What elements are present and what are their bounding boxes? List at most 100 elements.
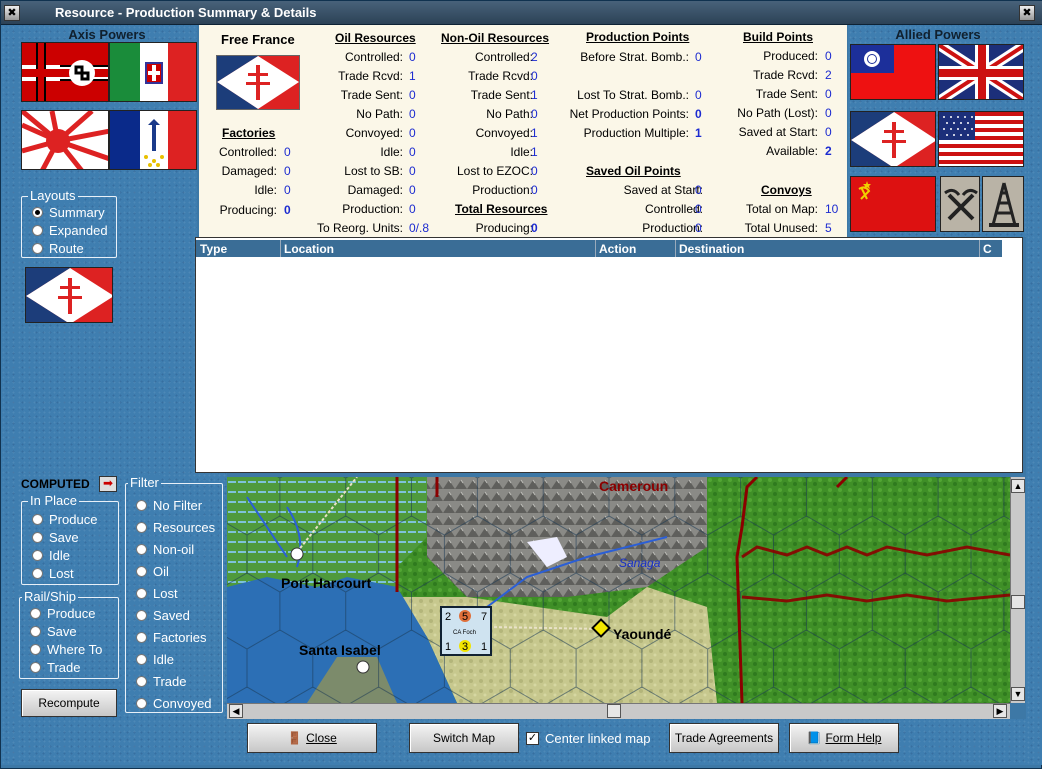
summary-nonoil-value: 0 xyxy=(531,183,538,197)
summary-nonoil-value: 1 xyxy=(531,145,538,159)
close-window-icon[interactable]: ✖ xyxy=(1019,5,1035,21)
col-action[interactable]: Action xyxy=(599,242,636,256)
filter-legend: Filter xyxy=(128,475,161,490)
filter-idle-radio[interactable]: Idle xyxy=(136,652,174,667)
col-location[interactable]: Location xyxy=(284,242,334,256)
summary-nonoil-label: Trade Rcvd: xyxy=(468,69,533,83)
scroll-thumb[interactable] xyxy=(1011,595,1025,609)
summary-oil-value: 0 xyxy=(409,183,416,197)
allied-heading: Allied Powers xyxy=(895,27,981,42)
col-destination[interactable]: Destination xyxy=(679,242,744,256)
trade-agreements-button[interactable]: Trade Agreements xyxy=(669,723,779,753)
axis-heading: Axis Powers xyxy=(68,27,146,42)
scroll-left-icon[interactable]: ◀ xyxy=(229,704,243,718)
free-france-flag-icon[interactable] xyxy=(850,111,936,167)
inplace-save-radio[interactable]: Save xyxy=(32,530,79,545)
pp-before-value: 0 xyxy=(695,50,702,64)
ussr-flag-icon[interactable] xyxy=(850,176,936,232)
map-horizontal-scrollbar[interactable]: ◀ ▶ xyxy=(227,703,1010,719)
filter-group: Filter No Filter Resources Non-oil Oil L… xyxy=(125,475,223,713)
factories-producing-value: 0 xyxy=(284,203,291,217)
layout-expanded-radio[interactable]: Expanded xyxy=(32,223,108,238)
col-c[interactable]: C xyxy=(983,242,992,256)
savedoil-controlled-value: 0 xyxy=(695,202,702,216)
svg-text:3: 3 xyxy=(462,641,468,653)
oil-derrick-icon[interactable] xyxy=(982,176,1024,232)
vichy-france-flag-icon[interactable] xyxy=(109,110,197,170)
total-producing-value: 0 xyxy=(531,221,538,235)
recompute-panel: In Place Produce Save Idle Lost Rail/Shi… xyxy=(17,473,227,719)
filter-trade-radio[interactable]: Trade xyxy=(136,674,186,689)
railship-trade-radio[interactable]: Trade xyxy=(30,660,80,675)
summary-bp-value: 2 xyxy=(825,144,832,158)
summary-bp-label: Trade Sent: xyxy=(755,87,818,101)
layout-summary-radio[interactable]: Summary xyxy=(32,205,105,220)
system-menu-icon[interactable]: ✖ xyxy=(4,5,20,21)
unit-counter-ca-foch[interactable]: 2 5 7 CA Foch 1 3 1 xyxy=(440,606,492,656)
factories-damaged-label: Damaged: xyxy=(221,164,277,178)
center-linked-map-checkbox[interactable]: ✓ xyxy=(526,732,539,745)
left-border xyxy=(1,25,17,765)
inplace-idle-radio[interactable]: Idle xyxy=(32,548,70,563)
scroll-thumb[interactable] xyxy=(607,704,621,718)
filter-none-radio[interactable]: No Filter xyxy=(136,498,202,513)
savedoil-start-label: Saved at Start: xyxy=(623,183,703,197)
scroll-up-icon[interactable]: ▲ xyxy=(1011,479,1025,493)
bottom-bar: 🚪 Close Switch Map ✓ Center linked map Tr… xyxy=(17,719,1026,765)
map-label-sanaga: Sanaga xyxy=(619,556,661,570)
factories-idle-value: 0 xyxy=(284,183,291,197)
filter-saved-radio[interactable]: Saved xyxy=(136,608,190,623)
railship-produce-radio[interactable]: Produce xyxy=(30,606,95,621)
svg-text:1: 1 xyxy=(445,641,451,653)
recompute-button[interactable]: Recompute xyxy=(21,689,117,717)
map-label-cameroun: Cameroun xyxy=(599,478,668,494)
inplace-lost-radio[interactable]: Lost xyxy=(32,566,74,581)
table-header: Type Location Action Destination C xyxy=(196,240,1002,257)
computed-arrow-button[interactable]: ➡ xyxy=(99,476,117,492)
usa-flag-icon[interactable] xyxy=(938,111,1024,167)
uk-flag-icon[interactable] xyxy=(938,44,1024,100)
railship-save-radio[interactable]: Save xyxy=(30,624,77,639)
map-view[interactable]: Cameroun Sanaga Port Harcourt Santa Isab… xyxy=(227,477,1010,703)
layout-route-radio[interactable]: Route xyxy=(32,241,84,256)
switch-map-button[interactable]: Switch Map xyxy=(409,723,519,753)
convoys-heading: Convoys xyxy=(761,183,812,197)
railship-whereto-radio[interactable]: Where To xyxy=(30,642,102,657)
filter-resources-radio[interactable]: Resources xyxy=(136,520,215,535)
inplace-produce-radio[interactable]: Produce xyxy=(32,512,97,527)
germany-flag-icon[interactable] xyxy=(21,42,109,102)
pp-before-label: Before Strat. Bomb.: xyxy=(580,50,689,64)
production-summary: Free France Factories Controlled: 0 Dama… xyxy=(199,25,847,237)
mining-icon[interactable] xyxy=(940,176,980,232)
summary-nonoil-label: Production: xyxy=(472,183,533,197)
summary-oil-label: Trade Rcvd: xyxy=(338,69,403,83)
scroll-down-icon[interactable]: ▼ xyxy=(1011,687,1025,701)
filter-nonoil-radio[interactable]: Non-oil xyxy=(136,542,194,557)
savedoil-production-value: 0 xyxy=(695,221,702,235)
summary-oil-value: 1 xyxy=(409,69,416,83)
summary-bp-value: 0 xyxy=(825,106,832,120)
total-producing-label: Producing: xyxy=(475,221,533,235)
total-resources-heading: Total Resources xyxy=(455,202,548,216)
filter-convoyed-radio[interactable]: Convoyed xyxy=(136,696,212,711)
scroll-right-icon[interactable]: ▶ xyxy=(993,704,1007,718)
filter-factories-radio[interactable]: Factories xyxy=(136,630,206,645)
filter-oil-radio[interactable]: Oil xyxy=(136,564,169,579)
svg-text:CA Foch: CA Foch xyxy=(453,630,476,636)
filter-lost-radio[interactable]: Lost xyxy=(136,586,178,601)
japan-flag-icon[interactable] xyxy=(21,110,109,170)
summary-bp-label: No Path (Lost): xyxy=(737,106,818,120)
summary-nonoil-value: 1 xyxy=(531,88,538,102)
form-help-button[interactable]: 📘 Form Help xyxy=(789,723,899,753)
close-button[interactable]: 🚪 Close xyxy=(247,723,377,753)
summary-oil-label: Damaged: xyxy=(347,183,403,197)
italy-flag-icon[interactable] xyxy=(109,42,197,102)
center-linked-map-label: Center linked map xyxy=(545,731,651,746)
map-label-santa-isabel: Santa Isabel xyxy=(299,642,381,658)
port-anchor-icon xyxy=(356,660,370,674)
summary-oil-value: 0 xyxy=(409,107,416,121)
col-type[interactable]: Type xyxy=(200,242,227,256)
radio-selected-icon xyxy=(32,207,43,218)
map-vertical-scrollbar[interactable]: ▲ ▼ xyxy=(1010,477,1025,703)
china-flag-icon[interactable] xyxy=(850,44,936,100)
